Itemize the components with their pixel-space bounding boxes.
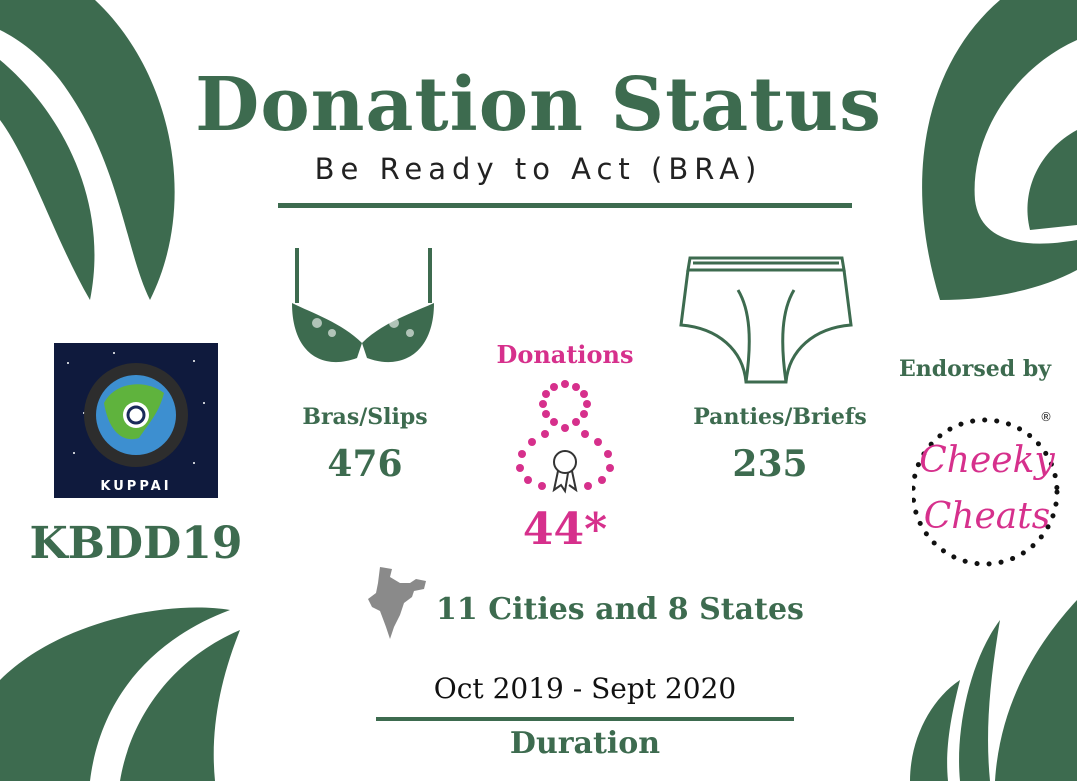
briefs-icon xyxy=(679,256,853,384)
award-ribbon-icon xyxy=(516,380,614,494)
cheeky-cheats-logo: Cheeky Cheats ® xyxy=(912,410,1062,570)
registered-mark: ® xyxy=(1040,410,1052,424)
bras-label: Bras/Slips xyxy=(302,404,428,430)
duration-divider xyxy=(376,717,794,721)
cheeky-line1: Cheeky xyxy=(919,440,1055,481)
leaf-bottom-right-small xyxy=(910,680,960,781)
period-dates: Oct 2019 - Sept 2020 xyxy=(433,672,737,705)
title-divider xyxy=(278,203,852,208)
dotted-circle xyxy=(912,417,1060,567)
bras-count: 476 xyxy=(327,443,403,485)
reach-text: 11 Cities and 8 States xyxy=(436,592,804,627)
endorsed-by-label: Endorsed by xyxy=(898,356,1051,382)
kuppai-logo: KUPPAI xyxy=(54,343,218,498)
panties-label: Panties/Briefs xyxy=(693,404,867,430)
donations-count: 44* xyxy=(522,504,608,555)
cheeky-line2: Cheats xyxy=(923,496,1051,537)
bra-icon xyxy=(292,248,434,363)
india-map-icon xyxy=(368,567,426,639)
globe-icon xyxy=(67,352,205,467)
donations-label: Donations xyxy=(496,340,634,369)
panties-count: 235 xyxy=(732,443,808,485)
org-code: KBDD19 xyxy=(29,518,243,569)
leaf-bottom-right-inner xyxy=(959,620,1000,781)
kuppai-logo-text: KUPPAI xyxy=(100,479,172,494)
page-subtitle: Be Ready to Act (BRA) xyxy=(314,152,763,186)
page-title: Donation Status xyxy=(195,62,882,148)
duration-label: Duration xyxy=(509,726,661,761)
leaf-bottom-right-outer xyxy=(995,600,1077,781)
